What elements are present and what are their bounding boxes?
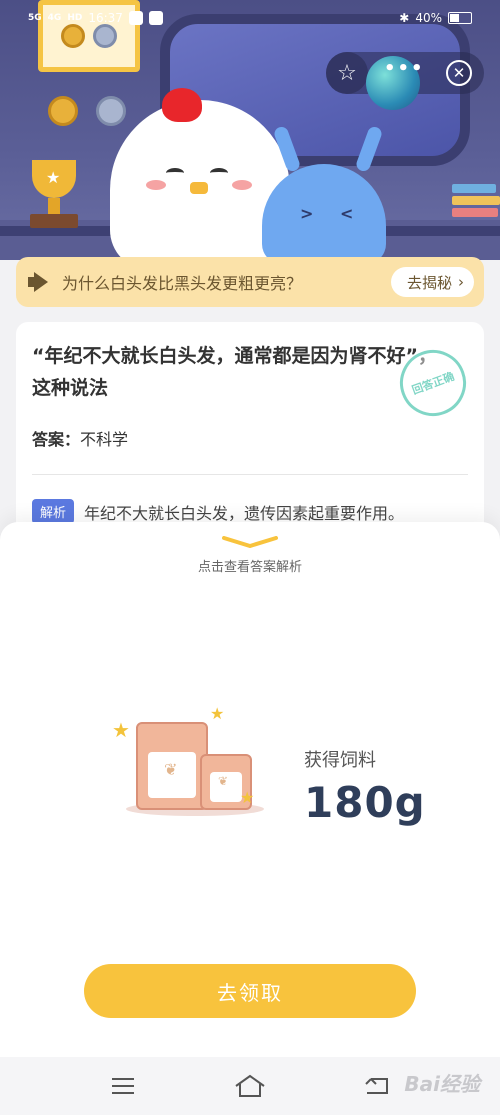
speaker-icon — [26, 271, 54, 293]
status-bar: 5G 4G HD 16:37 ✱ 40% — [0, 0, 500, 36]
sparkle-icon: ★ — [112, 718, 130, 742]
hd-badge: HD — [67, 13, 83, 23]
signal-4g: 4G — [47, 13, 62, 23]
hero-illustration: ★ > < — [0, 0, 500, 260]
banner-question: 为什么白头发比黑头发更粗更亮？ — [62, 274, 303, 293]
explanation-tag: 解析 — [32, 499, 75, 524]
feed-bags-icon: ❦ ❦ ★ ★ ★ — [112, 704, 272, 822]
reveal-button-label: 去揭秘 — [406, 273, 452, 292]
sparkle-icon: ★ — [210, 704, 225, 723]
silver-medal-icon — [96, 96, 126, 126]
reveal-button[interactable]: 去揭秘 › — [390, 267, 474, 297]
battery-percent: 40% — [415, 11, 442, 25]
bronze-medal-icon — [48, 96, 78, 126]
app-notification-icon — [148, 11, 163, 25]
reward-sheet: 点击查看答案解析 ❦ ❦ ★ ★ ★ 获得饲料 180g 去领取 — [0, 522, 500, 1057]
more-icon[interactable]: ••• — [384, 58, 425, 79]
books-icon — [452, 184, 500, 226]
chicken-beak — [190, 182, 208, 194]
star-icon[interactable]: ☆ — [326, 52, 368, 94]
answer-value: 不科学 — [80, 430, 129, 449]
back-icon[interactable] — [357, 1066, 397, 1106]
chevron-right-icon: › — [458, 273, 464, 291]
chevron-down-icon[interactable] — [222, 536, 278, 548]
menu-icon[interactable] — [103, 1066, 143, 1106]
divider — [32, 474, 468, 475]
status-time: 16:37 — [88, 11, 123, 25]
answer-label: 答案： — [32, 430, 81, 449]
sparkle-icon: ★ — [240, 788, 255, 807]
home-icon[interactable] — [230, 1066, 270, 1106]
app-notification-icon — [128, 11, 143, 25]
question-banner[interactable]: 为什么白头发比黑头发更粗更亮？ 去揭秘 › — [16, 257, 484, 307]
explanation-text: 年纪不大就长白头发，遗传因素起重要作用。 — [84, 503, 405, 523]
answer-row: 答案：不科学 — [32, 426, 468, 450]
close-icon[interactable]: ✕ — [446, 60, 472, 86]
watermark: Bai经验 — [404, 1072, 480, 1096]
explanation-row: 解析 年纪不大就长白头发，遗传因素起重要作用。 — [32, 499, 468, 524]
view-explanation-hint[interactable]: 点击查看答案解析 — [0, 556, 500, 575]
reward-label: 获得饲料 — [304, 750, 376, 771]
reward-amount: 180g — [304, 778, 426, 827]
question-title: “年纪不大就长白头发，通常都是因为肾不好”，这种说法 — [32, 345, 437, 399]
bluetooth-icon: ✱ — [399, 11, 410, 25]
battery-icon — [448, 12, 472, 24]
signal-5g: 5G — [28, 13, 42, 23]
chicken-comb — [162, 88, 202, 122]
claim-button[interactable]: 去领取 — [84, 964, 416, 1018]
trophy-icon: ★ — [26, 160, 82, 230]
